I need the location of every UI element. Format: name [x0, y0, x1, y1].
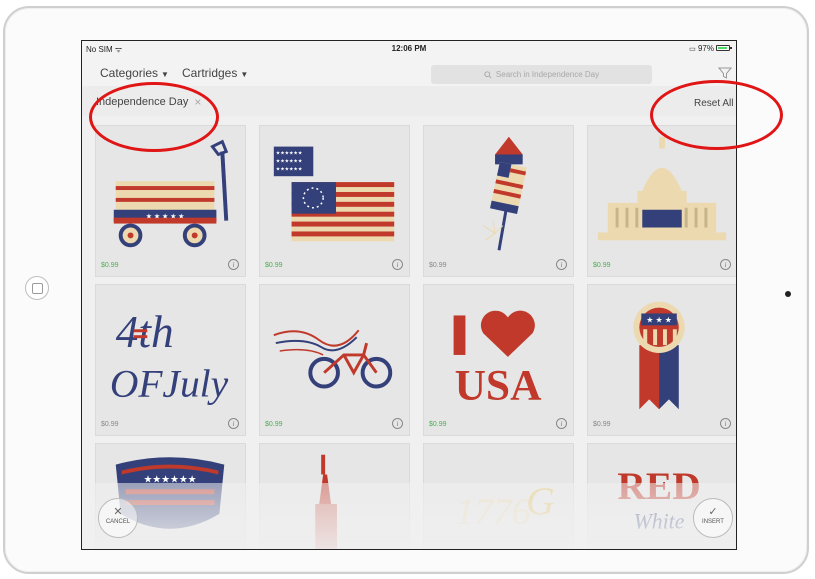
price-label: $0.99 [265, 262, 283, 269]
status-bar: No SIM ᯤ 12:06 PM ▭ 97% [82, 41, 736, 56]
info-icon[interactable]: i [228, 418, 239, 429]
battery-icon [716, 45, 732, 51]
search-icon [484, 70, 492, 79]
tile-flags[interactable]: ★★★★★★ ★★★★★★ ★★★★★★ $0.99 i [259, 125, 410, 277]
tile-i-love-usa[interactable]: USA $0.99 i [423, 284, 574, 436]
info-icon[interactable]: i [392, 259, 403, 270]
info-icon[interactable]: i [720, 259, 731, 270]
price-label: $0.99 [593, 262, 611, 269]
tile-firework-rocket[interactable]: $0.99 i [423, 125, 574, 277]
caret-down-icon: ▼ [161, 70, 169, 79]
info-icon[interactable]: i [392, 418, 403, 429]
filter-icon[interactable] [718, 66, 732, 80]
annotation-circle [650, 80, 783, 150]
price-label: $0.99 [101, 421, 119, 428]
price-label: $0.99 [429, 262, 447, 269]
fourth-of-july-image: 4th OFJuly [110, 307, 229, 405]
price-label: $0.99 [101, 262, 119, 269]
close-icon: ✕ [113, 506, 123, 518]
svg-text:★★★★★★: ★★★★★★ [276, 166, 303, 172]
flags-image: ★★★★★★ ★★★★★★ ★★★★★★ [273, 146, 395, 242]
i-love-usa-image: USA [453, 310, 542, 409]
tile-4th-of-july[interactable]: 4th OFJuly $0.99 i [95, 284, 246, 436]
checkmark-icon: ✓ [708, 506, 718, 518]
front-camera [785, 291, 791, 297]
price-label: $0.99 [265, 421, 283, 428]
insert-button[interactable]: ✓ INSERT [693, 498, 733, 538]
info-icon[interactable]: i [720, 418, 731, 429]
info-icon[interactable]: i [228, 259, 239, 270]
price-label: $0.99 [593, 421, 611, 428]
svg-text:★★★★★★: ★★★★★★ [276, 158, 303, 164]
categories-dropdown[interactable]: Categories ▼ [100, 66, 169, 80]
info-icon[interactable]: i [556, 259, 567, 270]
cancel-button[interactable]: ✕ CANCEL [98, 498, 138, 538]
price-label: $0.99 [429, 421, 447, 428]
tile-ribbon-badge[interactable]: ★ ★ ★ $0.99 i [587, 284, 736, 436]
home-button[interactable] [25, 276, 49, 300]
battery-percent: ▭ 97% [689, 44, 714, 53]
bottom-action-bar [82, 483, 736, 549]
svg-text:USA: USA [455, 361, 542, 409]
caret-down-icon: ▼ [240, 70, 249, 79]
annotation-circle [89, 82, 219, 152]
search-input[interactable]: Search in Independence Day [431, 65, 652, 84]
svg-text:★ ★ ★ ★ ★: ★ ★ ★ ★ ★ [146, 213, 185, 221]
clock: 12:06 PM [391, 44, 427, 53]
toolbar: Categories ▼ Cartridges ▼ Search in Indepe… [82, 56, 736, 86]
svg-text:OFJuly: OFJuly [110, 361, 229, 405]
svg-text:★★★★★★: ★★★★★★ [276, 150, 303, 156]
cartridges-dropdown[interactable]: Cartridges ▼ [182, 66, 248, 80]
bicycle-image [273, 329, 393, 389]
tile-bicycle[interactable]: $0.99 i [259, 284, 410, 436]
info-icon[interactable]: i [556, 418, 567, 429]
rocket-image [482, 136, 527, 251]
svg-text:★ ★ ★: ★ ★ ★ [646, 315, 672, 324]
ribbon-badge-image: ★ ★ ★ [633, 301, 685, 410]
